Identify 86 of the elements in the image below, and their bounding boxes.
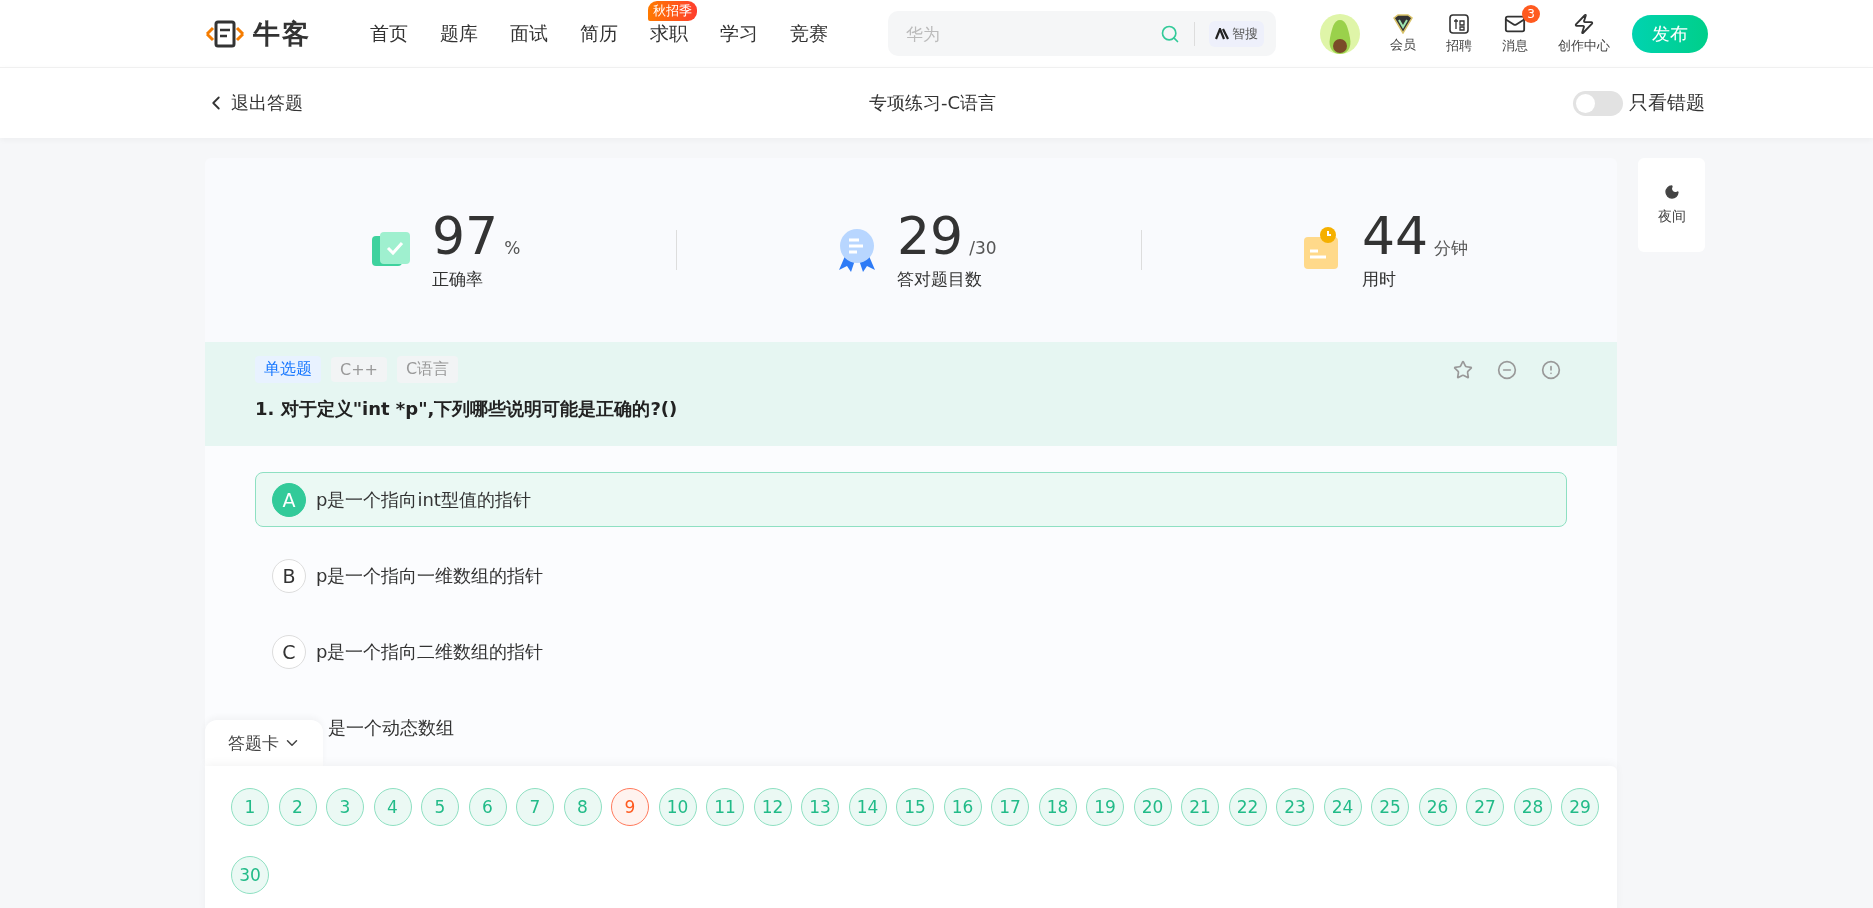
question-number[interactable]: 29 bbox=[1561, 788, 1599, 826]
question-number[interactable]: 20 bbox=[1133, 788, 1172, 826]
option-letter: A bbox=[272, 482, 306, 517]
nav-link[interactable]: 学习 bbox=[720, 20, 758, 47]
nav-link[interactable]: 竞赛 bbox=[790, 20, 828, 47]
question-number[interactable]: 4 bbox=[373, 788, 412, 826]
question-tag: C++ bbox=[331, 357, 387, 382]
question-number[interactable]: 23 bbox=[1276, 788, 1314, 826]
question-number[interactable]: 30 bbox=[231, 856, 269, 894]
count-badge: 3 bbox=[1522, 4, 1540, 23]
stat-label: 用时 bbox=[1362, 267, 1397, 291]
diamond-icon bbox=[1392, 13, 1414, 34]
question-number[interactable]: 5 bbox=[421, 788, 459, 826]
nav-link[interactable]: 首页 bbox=[370, 20, 408, 47]
question-tag: 单选题 bbox=[255, 356, 321, 383]
question-number[interactable]: 12 bbox=[753, 788, 792, 826]
question-number[interactable]: 27 bbox=[1466, 788, 1504, 826]
option-text: p是一个指向int型值的指针 bbox=[316, 487, 531, 512]
page-title: 专项练习-C语言 bbox=[869, 91, 998, 115]
answer-option[interactable]: A p是一个指向int型值的指针 bbox=[255, 472, 1567, 528]
toggle-label: 只看错题 bbox=[1629, 90, 1705, 115]
question-number[interactable]: 11 bbox=[706, 788, 744, 826]
stat-value: 97 bbox=[432, 205, 499, 266]
logo-text[interactable]: 牛客 bbox=[253, 15, 311, 52]
search-icon[interactable] bbox=[1160, 23, 1180, 44]
question-number[interactable]: 16 bbox=[943, 788, 982, 826]
stat-unit: % bbox=[504, 237, 521, 258]
option-text: p是一个指向二维数组的指针 bbox=[316, 640, 544, 665]
question-number[interactable]: 7 bbox=[516, 788, 554, 826]
stat-label: 答对题目数 bbox=[897, 267, 983, 291]
question-number[interactable]: 24 bbox=[1323, 788, 1362, 826]
question-number[interactable]: 6 bbox=[468, 788, 507, 826]
alert-icon[interactable] bbox=[1541, 359, 1561, 380]
answer-option[interactable]: 是一个动态数组 bbox=[325, 700, 1567, 756]
question-title: 1. 对于定义"int *p",下列哪些说明可能是正确的?() bbox=[255, 397, 679, 421]
answer-option[interactable]: C p是一个指向二维数组的指针 bbox=[255, 624, 1567, 680]
option-text: 是一个动态数组 bbox=[328, 716, 454, 741]
question-number[interactable]: 13 bbox=[801, 788, 839, 826]
minus-circle-icon[interactable] bbox=[1497, 359, 1517, 380]
question-number[interactable]: 17 bbox=[991, 788, 1029, 826]
question-number[interactable]: 25 bbox=[1371, 788, 1409, 826]
stat-label: 正确率 bbox=[432, 267, 484, 291]
stat-value: 29 bbox=[897, 205, 964, 266]
nav-link[interactable]: 题库 bbox=[440, 20, 478, 47]
lightning-icon bbox=[1573, 12, 1595, 35]
question-number[interactable]: 19 bbox=[1086, 788, 1124, 826]
question-number[interactable]: 10 bbox=[658, 788, 697, 826]
recruit-icon bbox=[1448, 12, 1470, 35]
question-number[interactable]: 21 bbox=[1181, 788, 1219, 826]
question-number[interactable]: 26 bbox=[1418, 788, 1457, 826]
nav-link[interactable]: 求职 bbox=[650, 20, 688, 47]
question-number[interactable]: 3 bbox=[326, 788, 364, 826]
question-tag: C语言 bbox=[397, 356, 459, 383]
question-number[interactable]: 1 bbox=[231, 788, 269, 826]
nav-badge: 秋招季 bbox=[648, 0, 697, 21]
search-field[interactable]: 华为 智搜 bbox=[888, 11, 1276, 56]
header-action[interactable]: 会员 bbox=[1390, 13, 1416, 54]
stat-unit: /30 bbox=[969, 237, 997, 258]
header-action[interactable]: 招聘 bbox=[1446, 12, 1472, 55]
ai-search-button[interactable]: 智搜 bbox=[1209, 20, 1264, 47]
question-number[interactable]: 9 bbox=[611, 788, 649, 826]
night-mode-button[interactable]: 夜间 bbox=[1638, 158, 1705, 252]
option-letter: B bbox=[272, 558, 306, 593]
nav-link[interactable]: 面试 bbox=[510, 20, 548, 47]
question-number[interactable]: 15 bbox=[896, 788, 934, 826]
question-number[interactable]: 14 bbox=[848, 788, 887, 826]
moon-icon bbox=[1663, 184, 1680, 200]
question-number[interactable]: 18 bbox=[1038, 788, 1077, 826]
question-number[interactable]: 28 bbox=[1513, 788, 1552, 826]
toggle-switch[interactable] bbox=[1573, 90, 1623, 116]
stat-unit: 分钟 bbox=[1434, 237, 1469, 258]
answer-option[interactable]: B p是一个指向一维数组的指针 bbox=[255, 548, 1567, 604]
publish-button[interactable]: 发布 bbox=[1632, 14, 1708, 53]
header-action[interactable]: 创作中心 bbox=[1558, 12, 1610, 55]
stat-value: 44 bbox=[1362, 205, 1429, 266]
question-number[interactable]: 22 bbox=[1228, 788, 1267, 826]
question-number[interactable]: 2 bbox=[278, 788, 317, 826]
star-icon[interactable] bbox=[1453, 359, 1473, 380]
question-number[interactable]: 8 bbox=[563, 788, 602, 826]
back-link[interactable]: 退出答题 bbox=[205, 91, 303, 115]
ai-logo-icon bbox=[1215, 27, 1229, 40]
option-text: p是一个指向一维数组的指针 bbox=[316, 563, 544, 588]
nav-link[interactable]: 简历 bbox=[580, 20, 618, 47]
avatar[interactable] bbox=[1320, 13, 1360, 54]
option-letter: C bbox=[272, 635, 306, 670]
answer-card-tab[interactable]: 答题卡 bbox=[205, 720, 323, 766]
